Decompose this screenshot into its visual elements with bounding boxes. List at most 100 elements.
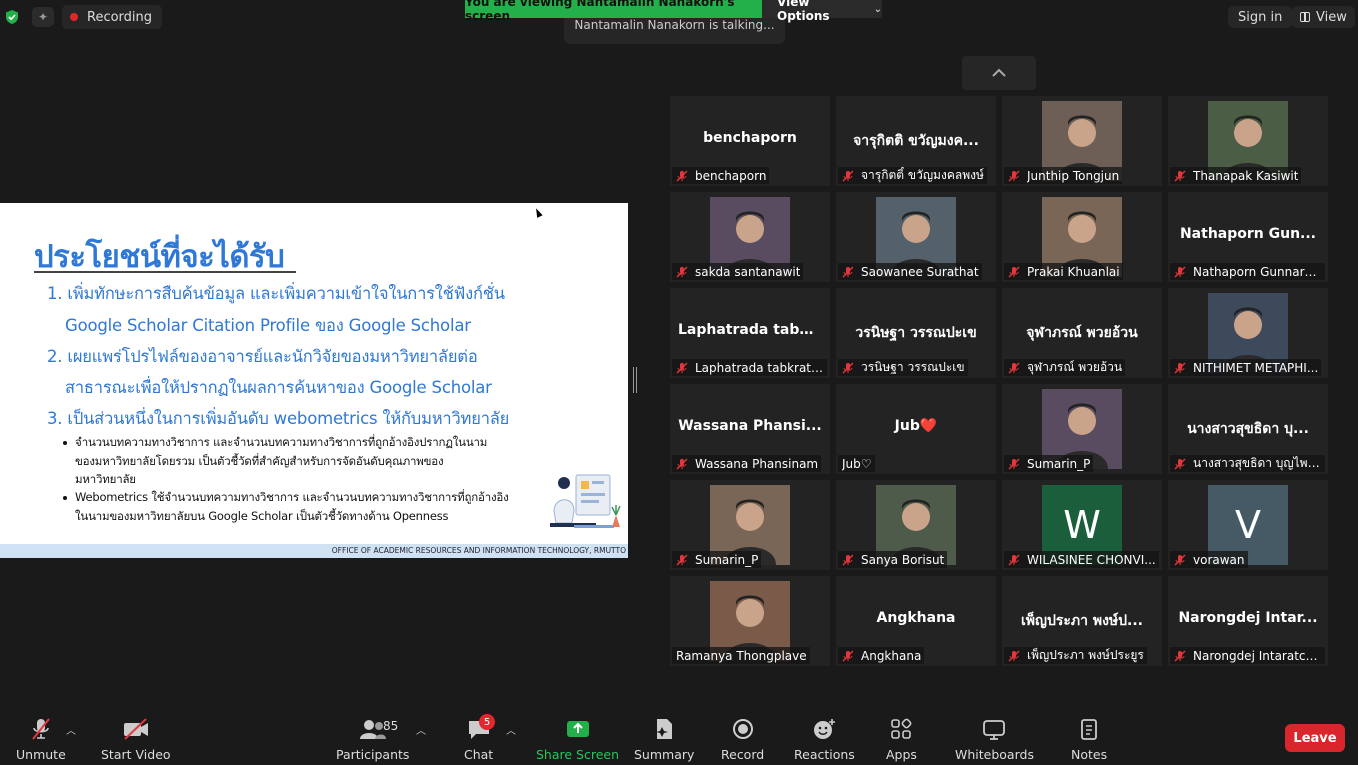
bullet-dot-icon	[63, 496, 67, 500]
participant-name-label: Ramanya Thongplave	[672, 647, 810, 664]
participant-tile[interactable]: Wassana Phansi... Wassana Phansinam	[670, 384, 830, 474]
participant-name: นางสาวสุขธิดา บุญไพจิตร	[1193, 456, 1322, 470]
participant-name: NITHIMET METAPHI...	[1193, 360, 1319, 375]
view-label: View	[1316, 9, 1347, 25]
participant-tile[interactable]: Angkhana Angkhana	[836, 576, 996, 666]
participant-tile[interactable]: Prakai Khuanlai	[1002, 192, 1162, 282]
participant-name-label: vorawan	[1170, 551, 1248, 568]
participant-name: Sumarin_P	[1027, 456, 1091, 471]
participants-options-caret-icon[interactable]: ︿	[416, 722, 426, 737]
participant-tile[interactable]: sakda santanawit	[670, 192, 830, 282]
microphone-muted-icon	[1174, 170, 1186, 181]
microphone-muted-icon	[842, 362, 854, 373]
notes-button[interactable]: Notes	[1071, 716, 1107, 762]
microphone-muted-icon	[676, 554, 688, 565]
participant-tile[interactable]: จุฬาภรณ์ พวยอ้วน จุฬาภรณ์ พวยอ้วน	[1002, 288, 1162, 378]
participant-name-label: เพ็ญประภา พงษ์ประยูร	[1004, 647, 1147, 664]
smiley-reaction-icon	[814, 719, 836, 739]
participant-tile[interactable]: Saowanee Surathat	[836, 192, 996, 282]
participant-tile[interactable]: Nathaporn Gun... Nathaporn Gunnarap...	[1168, 192, 1328, 282]
participant-name: Wassana Phansinam	[695, 456, 819, 471]
unmute-button[interactable]: Unmute	[16, 716, 66, 762]
participant-tile[interactable]: W WILASINEE CHONVI...	[1002, 480, 1162, 570]
participants-label: Participants	[336, 747, 410, 762]
slide-line: สาธารณะเพื่อให้ปรากฏในผลการค้นหาของ Goog…	[65, 378, 492, 397]
slide-line: 1. เพิ่มทักษะการสืบค้นข้อมูล และเพิ่มควา…	[47, 284, 505, 303]
participant-name: Saowanee Surathat	[861, 264, 979, 279]
share-screen-button[interactable]: Share Screen	[536, 716, 619, 762]
view-options-button[interactable]: View Options ⌄	[762, 0, 882, 23]
participant-tile[interactable]: วรนิษฐา วรรณปะเข วรนิษฐา วรรณปะเข	[836, 288, 996, 378]
ai-companion-icon[interactable]: ✦	[32, 7, 54, 27]
participant-name: Jub♡	[842, 456, 872, 471]
slide-title-underline	[34, 271, 296, 273]
whiteboards-button[interactable]: Whiteboards	[955, 716, 1034, 762]
participant-tile[interactable]: Jub❤️ Jub♡	[836, 384, 996, 474]
participant-display-name: นางสาวสุขธิดา บุ...	[1187, 421, 1309, 437]
summary-button[interactable]: Summary	[634, 716, 694, 762]
participant-tile[interactable]: จารุกิตติ ขวัญมงค... จารุกิตติ์ ขวัญมงคลพ…	[836, 96, 996, 186]
view-options-label: View Options	[777, 0, 830, 23]
participant-name: Sanya Borisut	[861, 552, 945, 567]
participant-name-label: Sumarin_P	[672, 551, 762, 568]
participant-tile[interactable]: benchaporn benchaporn	[670, 96, 830, 186]
microphone-muted-icon	[842, 650, 854, 661]
record-button[interactable]: Record	[721, 716, 764, 762]
participant-name: Junthip Tongjun	[1027, 168, 1120, 183]
share-screen-icon	[566, 721, 589, 737]
whiteboards-label: Whiteboards	[955, 747, 1034, 762]
participant-tile[interactable]: Sumarin_P	[670, 480, 830, 570]
participant-tile[interactable]: Junthip Tongjun	[1002, 96, 1162, 186]
leave-button[interactable]: Leave	[1285, 724, 1345, 752]
start-video-button[interactable]: Start Video	[101, 716, 171, 762]
notes-label: Notes	[1071, 747, 1108, 762]
microphone-muted-icon	[842, 554, 854, 565]
security-shield-icon[interactable]	[4, 9, 20, 25]
participant-tile[interactable]: เพ็ญประภา พงษ์ป... เพ็ญประภา พงษ์ประยูร	[1002, 576, 1162, 666]
participant-tile[interactable]: Thanapak Kasiwit	[1168, 96, 1328, 186]
participant-name: Prakai Khuanlai	[1027, 264, 1120, 279]
chat-options-caret-icon[interactable]: ︿	[506, 722, 516, 737]
reactions-button[interactable]: Reactions	[794, 716, 855, 762]
participant-name: Angkhana	[861, 648, 922, 663]
participant-name: จุฬาภรณ์ พวยอ้วน	[1027, 360, 1123, 374]
participant-tile[interactable]: Narongdej Intar... Narongdej Intaratcha..…	[1168, 576, 1328, 666]
apps-button[interactable]: Apps	[886, 716, 917, 762]
recording-dot-icon	[70, 13, 78, 21]
view-button[interactable]: View	[1292, 6, 1355, 28]
recording-indicator[interactable]: Recording	[62, 5, 163, 29]
recording-label: Recording	[87, 9, 153, 25]
bullet-dot-icon	[63, 441, 67, 445]
participants-button[interactable]: Participants	[336, 716, 409, 762]
share-screen-label: Share Screen	[536, 747, 620, 762]
microphone-muted-icon	[1008, 170, 1020, 181]
participant-tile[interactable]: นางสาวสุขธิดา บุ... นางสาวสุขธิดา บุญไพจิ…	[1168, 384, 1328, 474]
participant-display-name: Nathaporn Gun...	[1179, 226, 1317, 242]
participant-name-label: วรนิษฐา วรรณปะเข	[838, 359, 968, 376]
sign-in-button[interactable]: Sign in	[1228, 6, 1293, 28]
split-view-drag-handle[interactable]	[633, 367, 637, 393]
microphone-muted-icon	[1174, 458, 1186, 469]
participant-display-name: Wassana Phansi...	[678, 418, 822, 434]
participant-tile[interactable]: NITHIMET METAPHI...	[1168, 288, 1328, 378]
person-at-desk-illustration	[550, 474, 621, 528]
participant-name: เพ็ญประภา พงษ์ประยูร	[1027, 648, 1144, 662]
participant-name-label: Angkhana	[838, 647, 925, 664]
audio-options-caret-icon[interactable]: ︿	[66, 722, 76, 737]
collapse-gallery-button[interactable]	[962, 56, 1036, 90]
participant-tile[interactable]: Ramanya Thongplave	[670, 576, 830, 666]
participant-name-label: Junthip Tongjun	[1004, 167, 1123, 184]
viewing-screen-banner: You are viewing Nantamalin Nanakorn's sc…	[465, 0, 762, 23]
participant-display-name: Narongdej Intar...	[1178, 610, 1318, 626]
participant-tile[interactable]: Sumarin_P	[1002, 384, 1162, 474]
participant-display-name: จุฬาภรณ์ พวยอ้วน	[1026, 325, 1138, 341]
participant-tile[interactable]: Sanya Borisut	[836, 480, 996, 570]
notes-icon	[1081, 719, 1097, 740]
participant-name-label: Narongdej Intaratcha...	[1170, 647, 1325, 664]
slide-line: 2. เผยแพร่โปรไฟล์ของอาจารย์และนักวิจัยขอ…	[47, 347, 478, 366]
participant-display-name: benchaporn	[703, 130, 797, 146]
participant-tile[interactable]: Laphatrada tabk... Laphatrada tabkratoke	[670, 288, 830, 378]
reactions-label: Reactions	[794, 747, 855, 762]
participant-tile[interactable]: Vvorawan	[1168, 480, 1328, 570]
microphone-muted-icon	[1174, 554, 1186, 565]
